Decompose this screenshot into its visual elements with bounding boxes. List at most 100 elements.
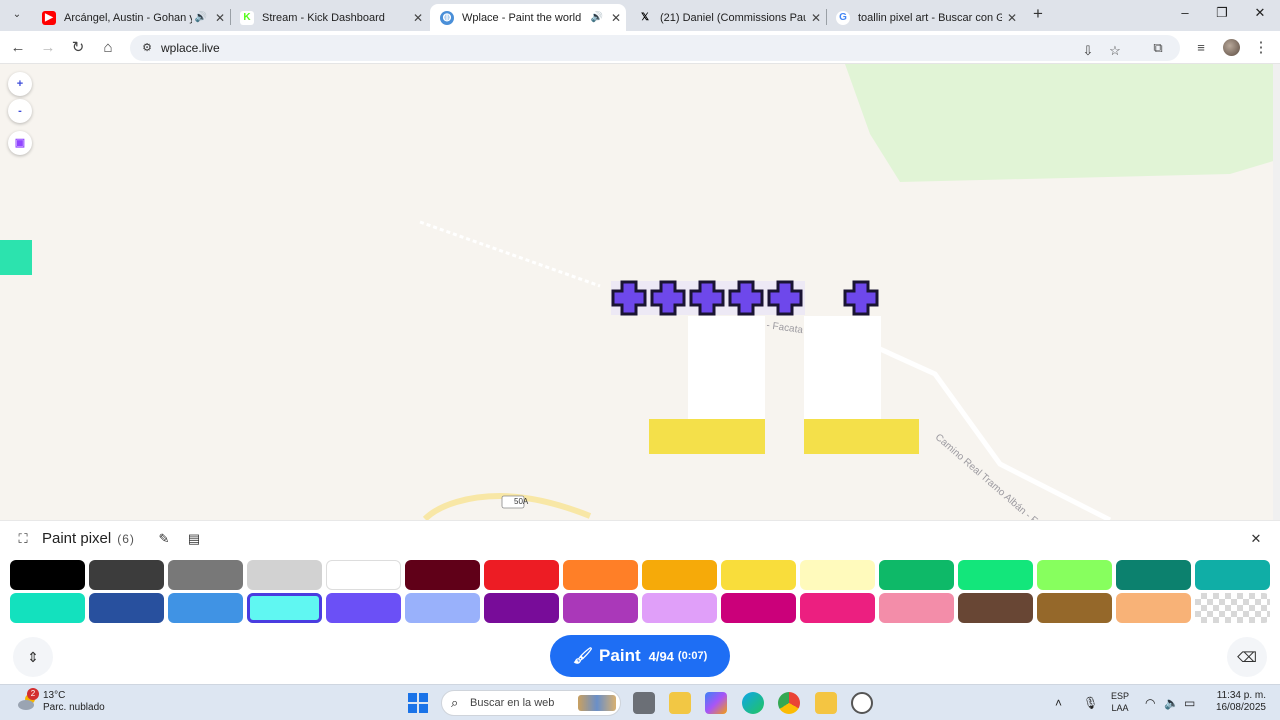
app-icon[interactable] xyxy=(851,692,873,714)
color-swatch[interactable] xyxy=(1195,560,1270,590)
pending-pixels-row xyxy=(611,280,879,316)
install-app-icon[interactable]: ⇩ xyxy=(1078,41,1098,61)
twitch-icon[interactable]: ▣ xyxy=(8,131,32,155)
eyedropper-icon[interactable]: ✎ xyxy=(155,530,173,548)
painted-yellow-block xyxy=(804,419,919,454)
color-swatch[interactable] xyxy=(642,560,717,590)
speaker-icon[interactable]: 🔊 xyxy=(588,12,606,23)
color-swatch[interactable] xyxy=(89,560,164,590)
color-swatch[interactable] xyxy=(642,593,717,623)
color-swatch[interactable] xyxy=(800,593,875,623)
tray-overflow-icon[interactable]: ˄ xyxy=(1055,696,1062,710)
language-indicator[interactable]: ESP LAA xyxy=(1111,690,1129,714)
color-swatch[interactable] xyxy=(958,593,1033,623)
close-tab-icon[interactable]: ✕ xyxy=(210,11,230,25)
tab-youtube[interactable]: ▶ Arcángel, Austin - Gohan y ... 🔊 ✕ xyxy=(32,4,230,31)
edge-icon[interactable] xyxy=(742,692,764,714)
color-swatch[interactable] xyxy=(168,560,243,590)
menu-kebab-icon[interactable]: ⋮ xyxy=(1250,37,1272,59)
route-shield-label: 50A xyxy=(514,497,529,506)
profile-avatar[interactable] xyxy=(1223,39,1240,56)
windows-start-icon[interactable] xyxy=(407,692,429,714)
color-swatch[interactable] xyxy=(89,593,164,623)
painted-white-block xyxy=(804,316,881,419)
volume-icon[interactable]: 🔈 xyxy=(1164,696,1179,710)
new-tab-button[interactable]: + xyxy=(1028,5,1048,25)
color-swatch[interactable] xyxy=(958,560,1033,590)
painted-white-block xyxy=(688,316,765,419)
taskbar-search[interactable]: ⌕ Buscar en la web xyxy=(441,690,621,716)
tab-search-chevron-icon[interactable]: ⌄ xyxy=(8,6,26,24)
extensions-icon[interactable]: ⧉ xyxy=(1147,37,1169,59)
color-swatch[interactable] xyxy=(326,560,401,590)
search-highlight-icon xyxy=(578,695,616,711)
tab-google[interactable]: G toallin pixel art - Buscar con Go... ✕ xyxy=(826,4,1022,31)
page-scrollbar[interactable] xyxy=(1273,64,1280,520)
close-window-icon[interactable]: ✕ xyxy=(1245,5,1275,25)
tab-x[interactable]: 𝕏 (21) Daniel (Commissions Pause... ✕ xyxy=(628,4,826,31)
file-explorer-store-icon[interactable] xyxy=(669,692,691,714)
color-swatch[interactable] xyxy=(1037,593,1112,623)
color-swatch[interactable] xyxy=(1195,593,1270,623)
paint-button[interactable]: 🖌 Paint 4/94 (0:07) xyxy=(550,635,730,677)
battery-icon[interactable]: ▭ xyxy=(1184,696,1195,710)
brush-icon: 🖌 xyxy=(572,648,594,665)
template-image-icon[interactable]: ▤ xyxy=(185,530,203,548)
speaker-icon[interactable]: 🔊 xyxy=(192,12,210,23)
color-swatch[interactable] xyxy=(326,593,401,623)
color-swatch[interactable] xyxy=(405,593,480,623)
color-swatch[interactable] xyxy=(1037,560,1112,590)
google-icon: G xyxy=(836,10,850,25)
eraser-icon[interactable]: ⌫ xyxy=(1227,637,1267,677)
color-swatch[interactable] xyxy=(1116,560,1191,590)
color-swatch[interactable] xyxy=(484,560,559,590)
color-swatch[interactable] xyxy=(484,593,559,623)
task-view-icon[interactable] xyxy=(633,692,655,714)
color-swatch[interactable] xyxy=(168,593,243,623)
color-swatch[interactable] xyxy=(1116,593,1191,623)
color-swatch[interactable] xyxy=(247,593,322,623)
forward-icon[interactable]: → xyxy=(37,37,59,59)
back-icon[interactable]: ← xyxy=(7,37,29,59)
minimize-icon[interactable]: – xyxy=(1170,5,1200,25)
media-controls-icon[interactable]: ≡ xyxy=(1190,37,1212,59)
close-tab-icon[interactable]: ✕ xyxy=(606,11,626,25)
fullscreen-icon[interactable]: ⛶ xyxy=(14,530,32,548)
weather-widget[interactable]: 13°C Parc. nublado xyxy=(43,690,105,714)
color-swatch[interactable] xyxy=(879,560,954,590)
close-panel-icon[interactable]: ✕ xyxy=(1247,530,1265,548)
color-swatch[interactable] xyxy=(721,593,796,623)
tab-kick[interactable]: K Stream - Kick Dashboard ✕ xyxy=(230,4,428,31)
reload-icon[interactable]: ↻ xyxy=(67,37,89,59)
zoom-out-button[interactable]: - xyxy=(8,99,32,123)
color-swatch[interactable] xyxy=(247,560,322,590)
restore-icon[interactable]: ❐ xyxy=(1207,5,1237,25)
chrome-icon[interactable] xyxy=(778,692,800,714)
copilot-icon[interactable] xyxy=(705,692,727,714)
address-bar[interactable]: ⚙ wplace.live ⇩ ☆ xyxy=(130,35,1180,61)
clock[interactable]: 11:34 p. m. 16/08/2025 xyxy=(1208,690,1266,714)
home-icon[interactable]: ⌂ xyxy=(97,37,119,59)
color-swatch[interactable] xyxy=(10,560,85,590)
color-swatch[interactable] xyxy=(405,560,480,590)
pending-pixel[interactable] xyxy=(843,280,879,316)
color-swatch[interactable] xyxy=(721,560,796,590)
microphone-icon[interactable]: 🎙 xyxy=(1083,696,1098,710)
folder-icon[interactable] xyxy=(815,692,837,714)
site-info-icon[interactable]: ⚙ xyxy=(138,39,156,57)
paint-panel: ⛶ Paint pixel (6) ✎ ▤ ✕ ⇕ 🖌 Paint 4/94 (0… xyxy=(0,520,1280,684)
color-swatch[interactable] xyxy=(879,593,954,623)
zoom-in-button[interactable]: + xyxy=(8,72,32,96)
color-swatch[interactable] xyxy=(563,560,638,590)
close-tab-icon[interactable]: ✕ xyxy=(408,11,428,25)
color-swatch[interactable] xyxy=(800,560,875,590)
color-swatch[interactable] xyxy=(563,593,638,623)
close-tab-icon[interactable]: ✕ xyxy=(1002,11,1022,25)
tab-wplace[interactable]: ◍ Wplace - Paint the world 🔊 ✕ xyxy=(430,4,626,31)
expand-collapse-icon[interactable]: ⇕ xyxy=(13,637,53,677)
bookmark-star-icon[interactable]: ☆ xyxy=(1105,41,1125,61)
close-tab-icon[interactable]: ✕ xyxy=(806,11,826,25)
color-swatch[interactable] xyxy=(10,593,85,623)
wifi-icon[interactable]: ◠ xyxy=(1145,696,1155,710)
map-canvas[interactable]: 50A n - Facata Camino Real Tramo Albán -… xyxy=(0,64,1280,520)
